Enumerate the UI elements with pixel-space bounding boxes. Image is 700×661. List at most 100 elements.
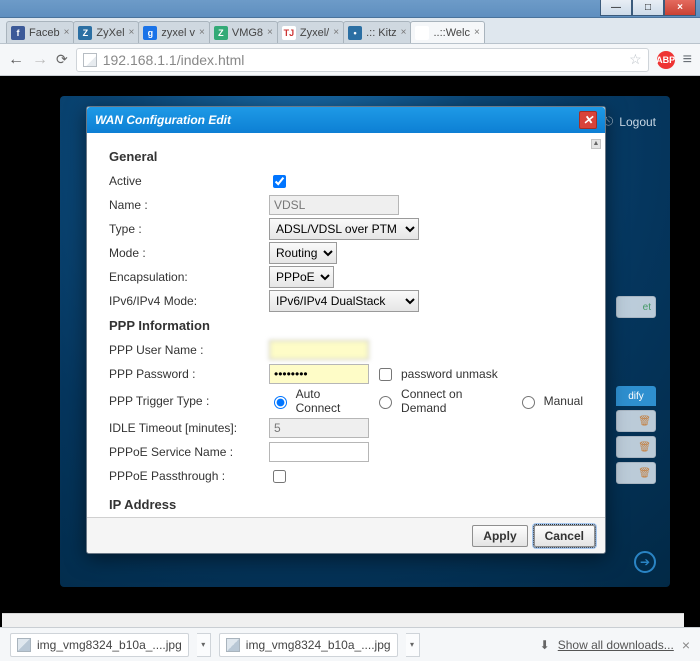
favicon: TJ bbox=[282, 26, 296, 40]
bg-card: et bbox=[616, 296, 656, 318]
active-label: Active bbox=[109, 174, 269, 188]
trigger-auto-radio[interactable] bbox=[274, 396, 287, 409]
idle-timeout-label: IDLE Timeout [minutes]: bbox=[109, 421, 269, 435]
browser-tab[interactable]: ..::Welc × bbox=[410, 21, 484, 43]
encapsulation-label: Encapsulation: bbox=[109, 270, 269, 284]
modal-footer: Apply Cancel bbox=[87, 517, 605, 553]
bg-table-row: 🗑 bbox=[616, 462, 656, 484]
mode-label: Mode : bbox=[109, 246, 269, 260]
modal-close-button[interactable]: ✕ bbox=[579, 111, 597, 129]
bookmark-star-icon[interactable]: ☆ bbox=[629, 51, 642, 68]
background-right-panel: et dify 🗑 🗑 🗑 bbox=[616, 296, 656, 484]
address-bar[interactable]: 192.168.1.1/index.html ☆ bbox=[76, 48, 649, 72]
scroll-up-icon[interactable]: ▲ bbox=[591, 139, 601, 149]
window-close-button[interactable]: × bbox=[664, 0, 696, 16]
browser-tab[interactable]: ZZyXel× bbox=[73, 21, 139, 43]
download-item-menu[interactable]: ▾ bbox=[406, 633, 420, 657]
trigger-manual-radio[interactable] bbox=[522, 396, 535, 409]
back-button[interactable]: ← bbox=[8, 52, 24, 68]
password-unmask-checkbox[interactable] bbox=[379, 368, 392, 381]
trash-icon[interactable]: 🗑 bbox=[638, 442, 651, 453]
download-filename: img_vmg8324_b10a_....jpg bbox=[37, 638, 182, 652]
tab-close-icon[interactable]: × bbox=[267, 27, 273, 38]
ppp-user-input[interactable] bbox=[269, 340, 369, 360]
type-select[interactable]: ADSL/VDSL over PTM bbox=[269, 218, 419, 240]
browser-toolbar: ← → ⟳ 192.168.1.1/index.html ☆ ABP ≡ bbox=[0, 44, 700, 76]
tab-close-icon[interactable]: × bbox=[129, 27, 135, 38]
page-content: ⎋ Logout et dify 🗑 🗑 🗑 ➔ WAN Configurati… bbox=[0, 76, 700, 627]
pppoe-passthrough-checkbox[interactable] bbox=[273, 470, 286, 483]
section-ppp-heading: PPP Information bbox=[109, 318, 583, 333]
chrome-menu-button[interactable]: ≡ bbox=[683, 52, 692, 68]
password-unmask-label: password unmask bbox=[401, 367, 498, 381]
favicon: g bbox=[143, 26, 157, 40]
download-bar-close-button[interactable]: × bbox=[682, 637, 690, 653]
mode-select[interactable]: Routing bbox=[269, 242, 337, 264]
next-arrow-button[interactable]: ➔ bbox=[634, 551, 656, 573]
tab-close-icon[interactable]: × bbox=[333, 27, 339, 38]
download-arrow-icon: ⬇ bbox=[540, 638, 550, 652]
trigger-auto-label: Auto Connect bbox=[296, 387, 368, 415]
modal-title-text: WAN Configuration Edit bbox=[95, 113, 231, 127]
forward-button[interactable]: → bbox=[32, 52, 48, 68]
file-icon bbox=[226, 638, 240, 652]
modal-scrollbar[interactable]: ▲ bbox=[591, 139, 601, 511]
logout-link[interactable]: ⎋ Logout bbox=[604, 114, 656, 129]
browser-tab[interactable]: f Faceb × bbox=[6, 21, 74, 43]
tab-close-icon[interactable]: × bbox=[474, 27, 480, 38]
page-horizontal-scrollbar[interactable] bbox=[2, 613, 684, 627]
favicon: f bbox=[11, 26, 25, 40]
ipmode-select[interactable]: IPv6/IPv4 DualStack bbox=[269, 290, 419, 312]
reload-button[interactable]: ⟳ bbox=[56, 51, 68, 68]
tab-label: Zyxel/ bbox=[300, 27, 329, 39]
ppp-user-label: PPP User Name : bbox=[109, 343, 269, 357]
window-minimize-button[interactable]: — bbox=[600, 0, 632, 16]
browser-tab[interactable]: ZVMG8× bbox=[209, 21, 278, 43]
pppoe-svc-input[interactable] bbox=[269, 442, 369, 462]
wan-config-modal: WAN Configuration Edit ✕ ▲ General Activ… bbox=[86, 106, 606, 554]
ppp-pass-label: PPP Password : bbox=[109, 367, 269, 381]
tab-label: ..::Welc bbox=[433, 27, 469, 39]
trigger-demand-label: Connect on Demand bbox=[401, 387, 511, 415]
browser-tab[interactable]: g zyxel v × bbox=[138, 21, 209, 43]
ppp-pass-input[interactable] bbox=[269, 364, 369, 384]
favicon: Z bbox=[78, 26, 92, 40]
tab-label: Faceb bbox=[29, 27, 60, 39]
favicon: • bbox=[348, 26, 362, 40]
cancel-button[interactable]: Cancel bbox=[534, 525, 595, 547]
trash-icon[interactable]: 🗑 bbox=[638, 468, 651, 479]
window-maximize-button[interactable]: □ bbox=[632, 0, 664, 16]
trash-icon[interactable]: 🗑 bbox=[638, 416, 651, 427]
encapsulation-select[interactable]: PPPoE bbox=[269, 266, 334, 288]
browser-tab[interactable]: •.:: Kitz× bbox=[343, 21, 411, 43]
active-checkbox[interactable] bbox=[273, 175, 286, 188]
section-general-heading: General bbox=[109, 149, 583, 164]
trigger-manual-label: Manual bbox=[544, 394, 583, 408]
browser-tab[interactable]: TJ Zyxel/ × bbox=[277, 21, 344, 43]
favicon bbox=[415, 26, 429, 40]
download-bar: img_vmg8324_b10a_....jpg ▾ img_vmg8324_b… bbox=[0, 627, 700, 661]
download-item-menu[interactable]: ▾ bbox=[197, 633, 211, 657]
tab-close-icon[interactable]: × bbox=[199, 27, 205, 38]
ipmode-label: IPv6/IPv4 Mode: bbox=[109, 294, 269, 308]
bg-table-row: 🗑 bbox=[616, 436, 656, 458]
window-titlebar: — □ × bbox=[0, 0, 700, 18]
name-input[interactable] bbox=[269, 195, 399, 215]
adblock-extension-icon[interactable]: ABP bbox=[657, 51, 675, 69]
apply-button[interactable]: Apply bbox=[472, 525, 527, 547]
trigger-demand-radio[interactable] bbox=[379, 396, 392, 409]
show-all-downloads-link[interactable]: Show all downloads... bbox=[558, 638, 674, 652]
bg-table-head: dify bbox=[616, 386, 656, 406]
download-item[interactable]: img_vmg8324_b10a_....jpg bbox=[10, 633, 189, 657]
pppoe-passthrough-label: PPPoE Passthrough : bbox=[109, 469, 269, 483]
tab-close-icon[interactable]: × bbox=[401, 27, 407, 38]
favicon: Z bbox=[214, 26, 228, 40]
ppp-trigger-label: PPP Trigger Type : bbox=[109, 394, 269, 408]
pppoe-svc-label: PPPoE Service Name : bbox=[109, 445, 269, 459]
download-item[interactable]: img_vmg8324_b10a_....jpg bbox=[219, 633, 398, 657]
url-text: 192.168.1.1/index.html bbox=[103, 52, 623, 68]
bg-table-row: 🗑 bbox=[616, 410, 656, 432]
tab-close-icon[interactable]: × bbox=[64, 27, 70, 38]
tab-label: zyxel v bbox=[161, 27, 195, 39]
idle-timeout-input[interactable] bbox=[269, 418, 369, 438]
